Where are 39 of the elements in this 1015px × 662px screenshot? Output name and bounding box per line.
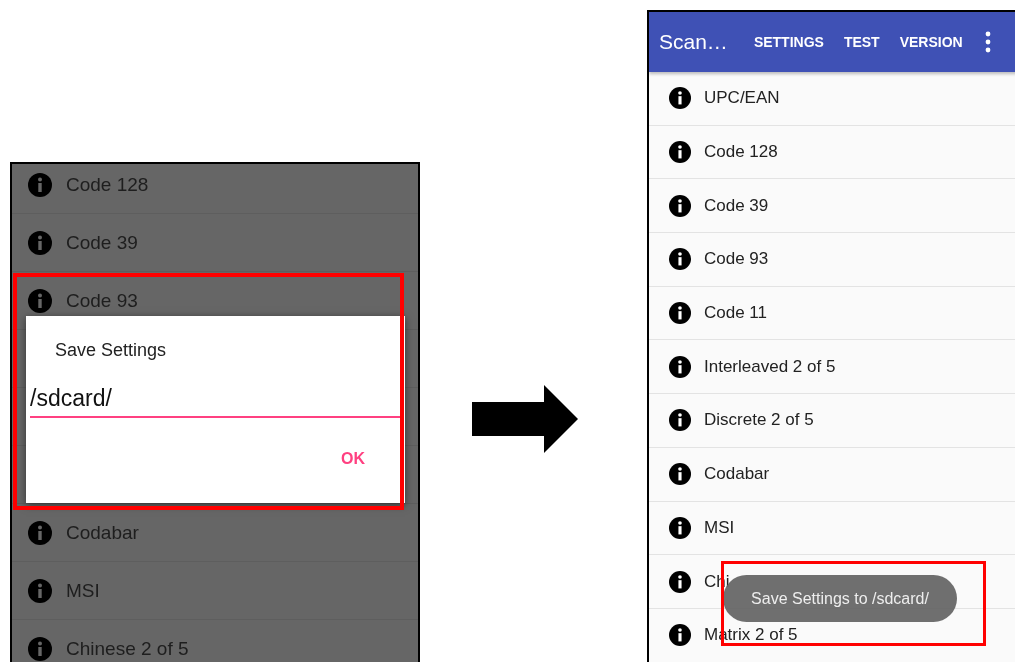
info-icon	[28, 578, 52, 603]
info-icon[interactable]	[669, 570, 691, 593]
info-icon[interactable]	[669, 624, 691, 647]
info-icon[interactable]	[669, 194, 691, 217]
info-icon[interactable]	[669, 302, 691, 325]
menu-action[interactable]: TEST	[835, 30, 888, 54]
list-item-label[interactable]: Code 39	[704, 195, 769, 216]
overflow-menu-icon[interactable]	[984, 31, 991, 53]
right-arrow-icon	[472, 385, 578, 453]
info-icon[interactable]	[669, 409, 691, 432]
list-item-label[interactable]: Interleaved 2 of 5	[704, 356, 836, 377]
menu-action[interactable]: SETTINGS	[745, 30, 832, 54]
list-item-label[interactable]: Code 128	[704, 142, 778, 163]
menu-action[interactable]: VERSION	[891, 30, 971, 54]
info-icon[interactable]	[669, 248, 691, 271]
list-item-label[interactable]: Codabar	[704, 464, 770, 485]
info-icon[interactable]	[669, 516, 691, 539]
path-input-field[interactable]: /sdcard/	[30, 385, 400, 418]
list-item-label: Code 39	[66, 231, 138, 254]
list-item-label[interactable]: MSI	[704, 517, 735, 538]
app-title: Scan…	[659, 30, 728, 54]
info-icon[interactable]	[669, 141, 691, 164]
list-item-label[interactable]: UPC/EAN	[704, 88, 780, 109]
list-item-label: Code 93	[66, 289, 138, 312]
list-item-label[interactable]: Discrete 2 of 5	[704, 410, 814, 431]
list-item-label: Codabar	[66, 521, 139, 544]
dialog-title: Save Settings	[55, 340, 168, 361]
info-icon[interactable]	[669, 463, 691, 486]
info-icon	[28, 172, 52, 197]
list-item-label[interactable]: Code 93	[704, 249, 769, 270]
info-icon[interactable]	[669, 355, 691, 378]
list-item-label: Code 128	[66, 173, 149, 196]
info-icon	[28, 288, 52, 313]
info-icon	[28, 520, 52, 545]
list-item-label: MSI	[66, 579, 100, 602]
list-item-label: Chinese 2 of 5	[66, 637, 189, 660]
info-icon	[28, 230, 52, 255]
list-item-label[interactable]: Code 11	[704, 303, 767, 324]
info-icon[interactable]	[669, 87, 691, 110]
